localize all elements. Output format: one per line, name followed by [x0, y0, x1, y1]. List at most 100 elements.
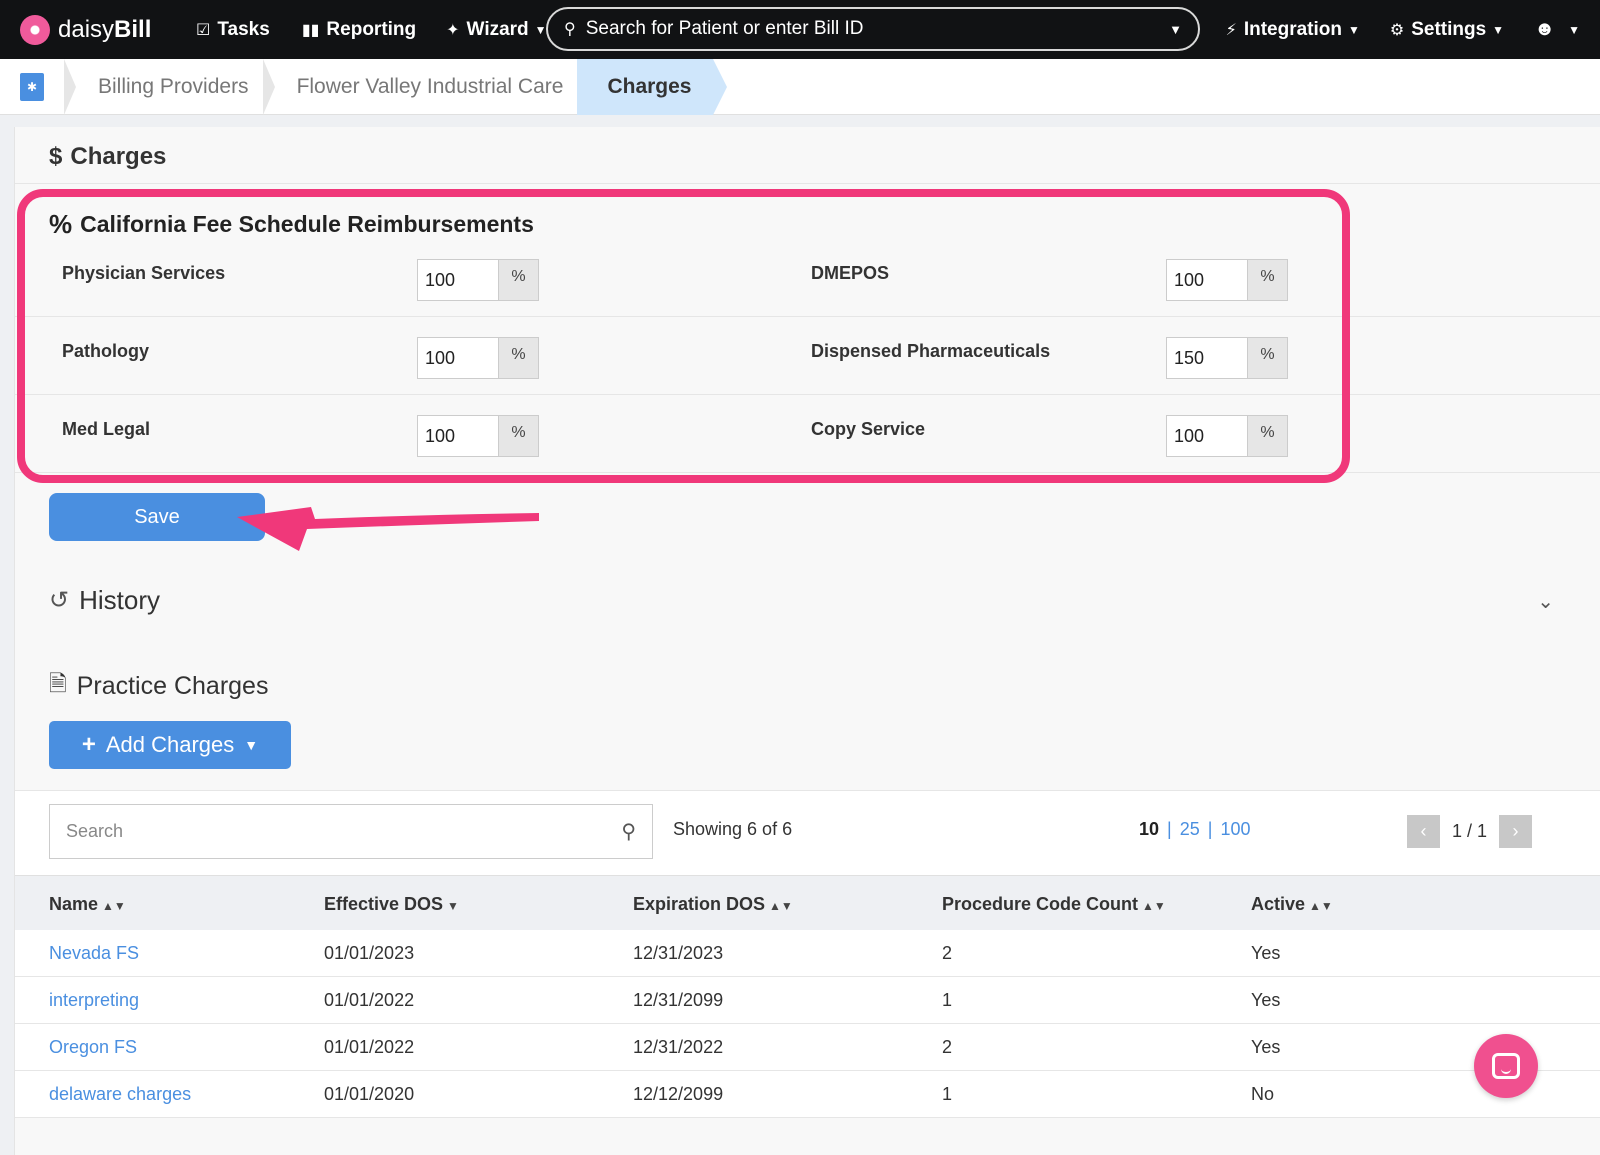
sort-desc-icon: ▼ [447, 899, 459, 913]
table-toolbar: ⚲ Showing 6 of 6 10 | 25 | 100 ‹ 1 / 1 › [15, 790, 1600, 875]
charges-heading: $ Charges [49, 143, 166, 171]
table-row: Nevada FS 01/01/2023 12/31/2023 2 Yes [15, 930, 1600, 977]
breadcrumb-provider[interactable]: Flower Valley Industrial Care [297, 75, 564, 99]
breadcrumb-active-label: Charges [607, 74, 692, 98]
breadcrumb-home[interactable]: ✱ [0, 59, 64, 115]
chevron-down-icon: ▼ [1568, 22, 1580, 37]
per-page-selector: 10 | 25 | 100 [1139, 819, 1258, 840]
nav-settings-label: Settings [1411, 18, 1487, 40]
column-expiration-dos[interactable]: Expiration DOS ▲▼ [633, 894, 793, 915]
table-row: interpreting 01/01/2022 12/31/2099 1 Yes [15, 977, 1600, 1024]
sort-icon: ▲▼ [769, 899, 793, 913]
sort-icon: ▲▼ [1309, 899, 1333, 913]
breadcrumb-billing-providers[interactable]: Billing Providers [98, 75, 249, 99]
annotation-highlight-box [17, 189, 1350, 483]
daisybill-logo[interactable]: daisyBill [20, 14, 160, 45]
top-nav: daisyBill ☑ Tasks ▮▮ Reporting ✦ Wizard … [0, 0, 1600, 59]
nav-wizard[interactable]: ✦ Wizard ▼ [446, 19, 546, 41]
effective-dos-cell: 01/01/2023 [324, 943, 415, 963]
lightning-bolt-icon: ⚡ [1225, 21, 1237, 39]
nav-reporting-label: Reporting [326, 18, 417, 40]
per-page-25[interactable]: 25 [1180, 819, 1200, 840]
showing-count: Showing 6 of 6 [673, 819, 793, 839]
chevron-down-icon: ▼ [534, 22, 547, 37]
office-building-icon: ✱ [20, 72, 44, 101]
nav-integration-label: Integration [1243, 18, 1342, 40]
breadcrumb: ✱ Billing Providers Flower Valley Indust… [0, 58, 1600, 115]
active-cell: Yes [1251, 990, 1281, 1010]
charges-search-input[interactable] [66, 821, 622, 842]
practice-charges-title: Practice Charges [76, 671, 269, 700]
expiration-dos-cell: 12/31/2099 [633, 990, 724, 1010]
table-row: Oregon FS 01/01/2022 12/31/2022 2 Yes [15, 1024, 1600, 1071]
search-icon[interactable]: ⚲ [621, 819, 636, 844]
brand-name: daisyBill [58, 15, 152, 43]
active-cell: Yes [1251, 943, 1281, 963]
history-heading[interactable]: ↺ History [49, 585, 160, 616]
nav-wizard-label: Wizard [466, 18, 529, 40]
save-button-label: Save [134, 505, 180, 528]
annotation-arrow-icon [237, 507, 539, 551]
nav-tasks-label: Tasks [217, 18, 270, 40]
nav-integration[interactable]: ⚡ Integration ▼ [1226, 19, 1360, 41]
procedure-code-count-cell: 2 [942, 943, 953, 963]
next-page-button[interactable]: › [1499, 815, 1533, 848]
column-procedure-code-count[interactable]: Procedure Code Count ▲▼ [942, 894, 1166, 915]
expiration-dos-cell: 12/31/2022 [633, 1037, 724, 1057]
per-page-current: 10 [1139, 819, 1160, 839]
procedure-code-count-cell: 2 [942, 1037, 953, 1057]
chat-launcher-button[interactable] [1474, 1034, 1538, 1098]
nav-settings[interactable]: ⚙ Settings ▼ [1390, 19, 1504, 41]
magic-wand-icon: ✦ [446, 21, 460, 39]
dollar-icon: $ [49, 143, 63, 170]
save-button[interactable]: Save [49, 493, 265, 541]
pagination: ‹ 1 / 1 › [1407, 815, 1533, 848]
document-icon: 🗎 [49, 671, 67, 696]
chevron-down-icon[interactable]: ▼ [1169, 22, 1182, 37]
charge-name-link[interactable]: Nevada FS [49, 943, 139, 964]
nav-reporting[interactable]: ▮▮ Reporting [302, 19, 416, 41]
active-cell: No [1251, 1084, 1275, 1104]
per-page-separator: | [1167, 819, 1172, 839]
chevron-down-icon: ▼ [1347, 22, 1360, 37]
charges-search-field: ⚲ [49, 804, 653, 859]
column-name[interactable]: Name ▲▼ [49, 894, 126, 915]
sort-icon: ▲▼ [102, 899, 126, 913]
history-title: History [79, 585, 161, 615]
user-avatar-icon: ☻ [1534, 18, 1556, 40]
breadcrumb-separator [64, 58, 76, 115]
caret-down-icon: ▼ [244, 737, 259, 753]
procedure-code-count-cell: 1 [942, 1084, 953, 1104]
add-charges-button[interactable]: + Add Charges ▼ [49, 721, 291, 769]
expiration-dos-cell: 12/31/2023 [633, 943, 724, 963]
per-page-100[interactable]: 100 [1220, 819, 1250, 840]
effective-dos-cell: 01/01/2020 [324, 1084, 415, 1104]
expiration-dos-cell: 12/12/2099 [633, 1084, 724, 1104]
user-menu[interactable]: ☻ ▼ [1534, 18, 1580, 41]
active-cell: Yes [1251, 1037, 1281, 1057]
chevron-down-icon: ▼ [1492, 22, 1505, 37]
column-active[interactable]: Active ▲▼ [1251, 894, 1333, 915]
chat-icon [1492, 1053, 1520, 1079]
charge-name-link[interactable]: delaware charges [49, 1084, 191, 1105]
breadcrumb-charges-active: Charges [577, 58, 728, 115]
nav-tasks[interactable]: ☑ Tasks [196, 19, 270, 41]
add-charges-label: Add Charges [105, 732, 235, 757]
search-icon: ⚲ [564, 21, 576, 38]
patient-search-input[interactable]: ⚲ Search for Patient or enter Bill ID ▼ [546, 7, 1200, 51]
breadcrumb-separator [262, 58, 275, 115]
sort-icon: ▲▼ [1142, 899, 1166, 913]
charge-name-link[interactable]: interpreting [49, 990, 139, 1011]
page-info: 1 / 1 [1452, 821, 1488, 841]
prev-page-button[interactable]: ‹ [1407, 815, 1440, 848]
effective-dos-cell: 01/01/2022 [324, 1037, 415, 1057]
daisy-flower-icon [20, 14, 50, 45]
effective-dos-cell: 01/01/2022 [324, 990, 415, 1010]
bar-chart-icon: ▮▮ [301, 21, 320, 39]
patient-search-placeholder: Search for Patient or enter Bill ID [585, 18, 864, 39]
chevron-down-icon[interactable]: ⌄ [1537, 589, 1554, 614]
procedure-code-count-cell: 1 [942, 990, 953, 1010]
charge-name-link[interactable]: Oregon FS [49, 1037, 137, 1058]
gear-icon: ⚙ [1389, 21, 1405, 39]
column-effective-dos[interactable]: Effective DOS ▼ [324, 894, 459, 915]
